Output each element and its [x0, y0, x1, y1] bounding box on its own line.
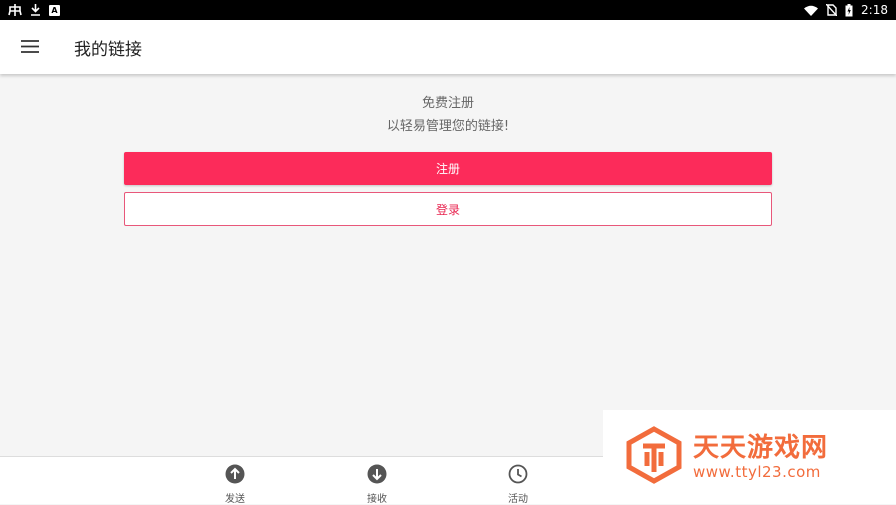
bottom-nav-activity[interactable]: 活动	[488, 464, 548, 505]
bottom-nav-send[interactable]: 发送	[205, 464, 265, 505]
menu-button[interactable]	[0, 20, 60, 74]
status-bar-left: A	[8, 4, 60, 16]
battery-charging-icon	[845, 3, 853, 17]
download-icon	[30, 4, 41, 16]
app-bar: 我的链接	[0, 20, 896, 74]
main-content: 免费注册 以轻易管理您的链接! 注册 登录	[0, 74, 896, 456]
no-sim-icon	[826, 4, 838, 16]
status-bar-right: 2:18	[804, 3, 888, 17]
watermark: 天天游戏网 www.ttyl23.com	[603, 410, 896, 504]
watermark-name: 天天游戏网	[693, 433, 829, 463]
clock-icon	[508, 464, 528, 488]
bottom-nav-label: 发送	[225, 494, 245, 505]
watermark-logo-icon	[625, 426, 683, 488]
a-badge-icon: A	[49, 4, 60, 16]
status-bar: A 2:18	[0, 0, 896, 20]
bottom-nav-receive[interactable]: 接收	[347, 464, 407, 505]
register-button[interactable]: 注册	[124, 152, 772, 185]
page-title: 我的链接	[74, 39, 142, 60]
wifi-icon	[804, 5, 819, 16]
status-time: 2:18	[861, 3, 888, 17]
watermark-text: 天天游戏网 www.ttyl23.com	[693, 433, 828, 481]
watermark-url: www.ttyl23.com	[693, 463, 821, 481]
hamburger-menu-icon	[21, 38, 39, 57]
promo-line-2: 以轻易管理您的链接!	[386, 119, 510, 134]
arrow-down-circle-icon	[367, 464, 387, 488]
bottom-nav-label: 活动	[508, 494, 528, 505]
promo-line-1: 免费注册	[421, 96, 474, 111]
carrier-glyph-icon	[8, 4, 22, 16]
login-button[interactable]: 登录	[124, 192, 772, 226]
arrow-up-circle-icon	[225, 464, 245, 488]
bottom-nav-label: 接收	[367, 494, 387, 505]
